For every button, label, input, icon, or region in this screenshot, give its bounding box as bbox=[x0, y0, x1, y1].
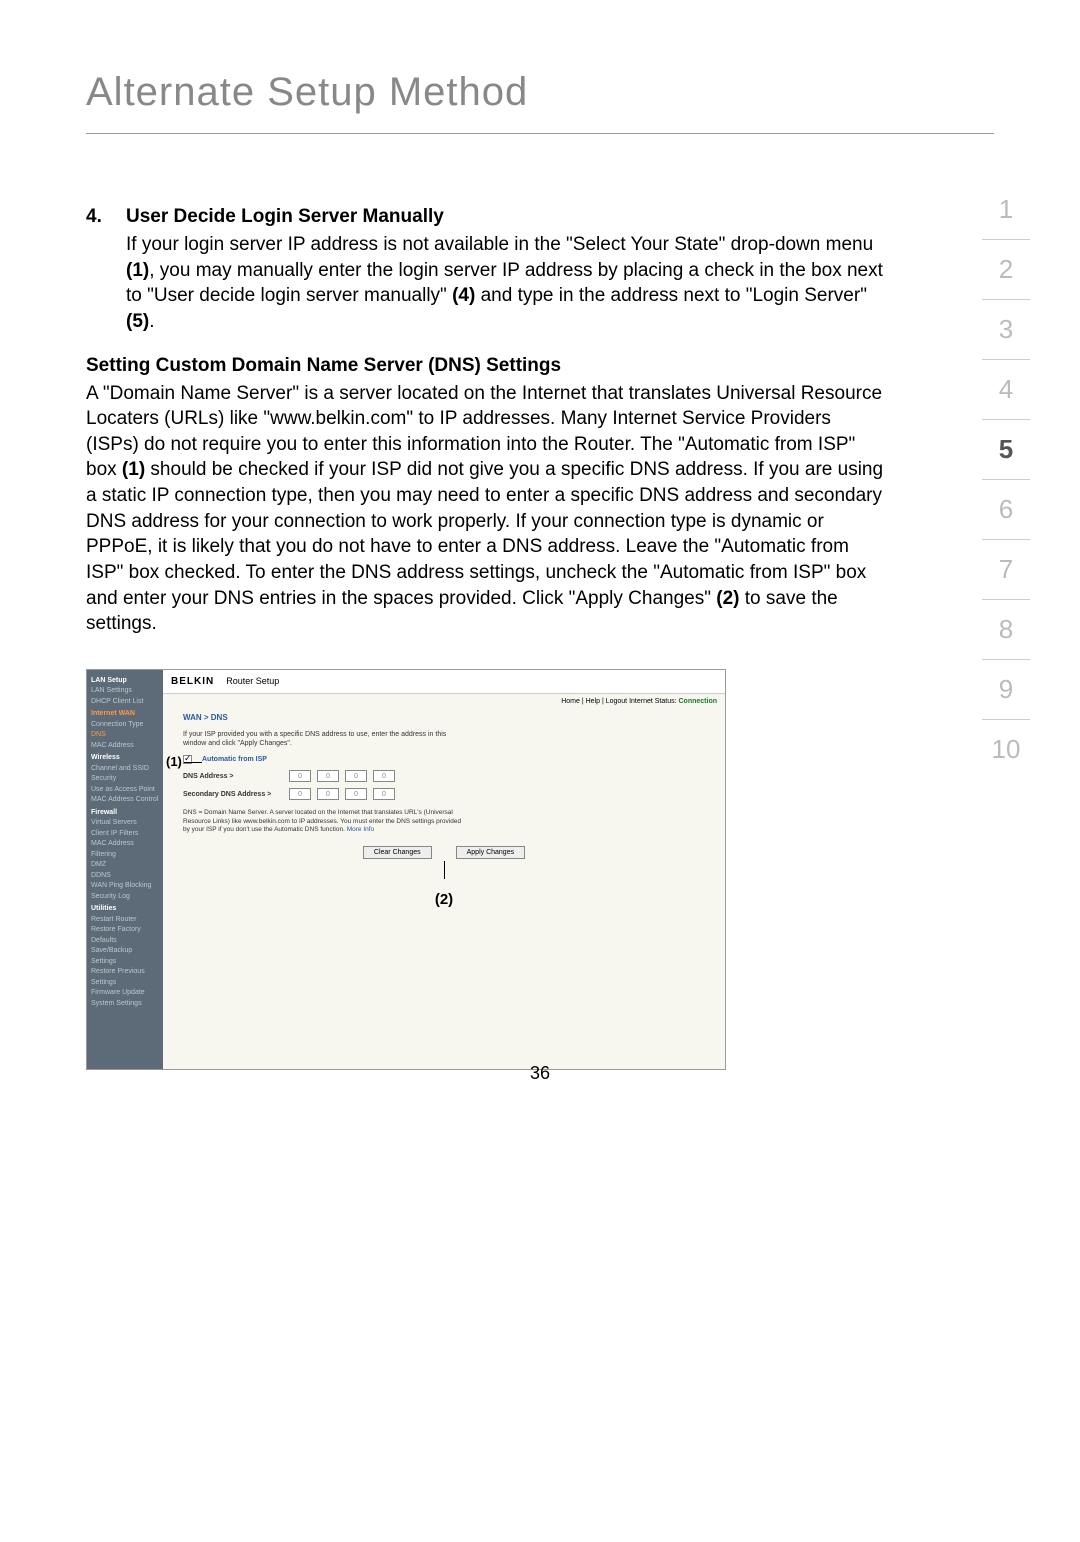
router-breadcrumb: WAN > DNS bbox=[163, 709, 725, 726]
nav-1[interactable]: 1 bbox=[982, 180, 1030, 240]
nav-8[interactable]: 8 bbox=[982, 600, 1030, 660]
more-info-link[interactable]: More Info bbox=[347, 826, 374, 833]
sidebar-dhcp[interactable]: DHCP Client List bbox=[91, 697, 159, 708]
router-sidebar: LAN Setup LAN Settings DHCP Client List … bbox=[87, 670, 163, 1070]
sidebar-mac-ctrl[interactable]: MAC Address Control bbox=[91, 795, 159, 806]
sidebar-restoreprev[interactable]: Restore Previous Settings bbox=[91, 967, 159, 988]
dns-octet-4[interactable]: 0 bbox=[373, 770, 395, 782]
dns-octet-3[interactable]: 0 bbox=[345, 770, 367, 782]
item-number: 4. bbox=[86, 206, 126, 335]
sidebar-lan-settings[interactable]: LAN Settings bbox=[91, 686, 159, 697]
dns-heading: Setting Custom Domain Name Server (DNS) … bbox=[86, 355, 886, 377]
nav-6[interactable]: 6 bbox=[982, 480, 1030, 540]
sidebar-internet-wan: Internet WAN bbox=[91, 709, 159, 720]
dns-octet-2[interactable]: 0 bbox=[317, 770, 339, 782]
sidebar-dmz[interactable]: DMZ bbox=[91, 860, 159, 871]
sec-dns-address-label: Secondary DNS Address > bbox=[183, 791, 283, 798]
sidebar-wireless: Wireless bbox=[91, 753, 159, 764]
item4-body: If your login server IP address is not a… bbox=[126, 232, 886, 335]
callout-2: (2) bbox=[163, 891, 725, 908]
nav-7[interactable]: 7 bbox=[982, 540, 1030, 600]
sidebar-restart[interactable]: Restart Router bbox=[91, 915, 159, 926]
sidebar-cip[interactable]: Client IP Filters bbox=[91, 829, 159, 840]
nav-5[interactable]: 5 bbox=[982, 420, 1030, 480]
secdns-octet-3[interactable]: 0 bbox=[345, 788, 367, 800]
sidebar-ddns[interactable]: DDNS bbox=[91, 871, 159, 882]
nav-2[interactable]: 2 bbox=[982, 240, 1030, 300]
sidebar-wanping[interactable]: WAN Ping Blocking bbox=[91, 881, 159, 892]
sidebar-seclog[interactable]: Security Log bbox=[91, 892, 159, 903]
sidebar-conn-type[interactable]: Connection Type bbox=[91, 720, 159, 731]
router-dns-note: DNS = Domain Name Server. A server locat… bbox=[163, 803, 483, 840]
dns-body: A "Domain Name Server" is a server locat… bbox=[86, 381, 886, 637]
secdns-octet-2[interactable]: 0 bbox=[317, 788, 339, 800]
router-brand: BELKIN bbox=[171, 676, 214, 687]
sidebar-security[interactable]: Security bbox=[91, 774, 159, 785]
router-instruction: If your ISP provided you with a specific… bbox=[163, 726, 483, 752]
apply-changes-button[interactable]: Apply Changes bbox=[456, 846, 525, 859]
page-number: 36 bbox=[530, 1063, 550, 1084]
sidebar-vservers[interactable]: Virtual Servers bbox=[91, 818, 159, 829]
item4-heading: User Decide Login Server Manually bbox=[126, 206, 886, 228]
callout-1: (1) bbox=[166, 754, 202, 769]
secdns-octet-4[interactable]: 0 bbox=[373, 788, 395, 800]
sidebar-firmware[interactable]: Firmware Update bbox=[91, 988, 159, 999]
dns-octet-1[interactable]: 0 bbox=[289, 770, 311, 782]
nav-9[interactable]: 9 bbox=[982, 660, 1030, 720]
sidebar-mac[interactable]: MAC Address bbox=[91, 741, 159, 752]
sidebar-system[interactable]: System Settings bbox=[91, 999, 159, 1010]
clear-changes-button[interactable]: Clear Changes bbox=[363, 846, 432, 859]
sidebar-backup[interactable]: Save/Backup Settings bbox=[91, 946, 159, 967]
sidebar-utilities: Utilities bbox=[91, 904, 159, 915]
sidebar-restore[interactable]: Restore Factory Defaults bbox=[91, 925, 159, 946]
sidebar-firewall: Firewall bbox=[91, 808, 159, 819]
nav-4[interactable]: 4 bbox=[982, 360, 1030, 420]
secdns-octet-1[interactable]: 0 bbox=[289, 788, 311, 800]
nav-3[interactable]: 3 bbox=[982, 300, 1030, 360]
page-title: Alternate Setup Method bbox=[86, 70, 994, 134]
router-setup-title: Router Setup bbox=[226, 676, 279, 686]
router-screenshot: LAN Setup LAN Settings DHCP Client List … bbox=[86, 669, 726, 1071]
section-nav: 1 2 3 4 5 6 7 8 9 10 bbox=[982, 180, 1030, 779]
nav-10[interactable]: 10 bbox=[982, 720, 1030, 779]
sidebar-macfilter[interactable]: MAC Address Filtering bbox=[91, 839, 159, 860]
sidebar-use-ap[interactable]: Use as Access Point bbox=[91, 785, 159, 796]
auto-isp-label: Automatic from ISP bbox=[202, 756, 302, 763]
router-topbar: Home | Help | Logout Internet Status: Co… bbox=[163, 694, 725, 709]
internet-status: Connection bbox=[679, 698, 718, 705]
sidebar-lan-setup: LAN Setup bbox=[91, 676, 159, 687]
dns-address-label: DNS Address > bbox=[183, 773, 283, 780]
sidebar-channel[interactable]: Channel and SSID bbox=[91, 764, 159, 775]
sidebar-dns[interactable]: DNS bbox=[91, 730, 159, 741]
